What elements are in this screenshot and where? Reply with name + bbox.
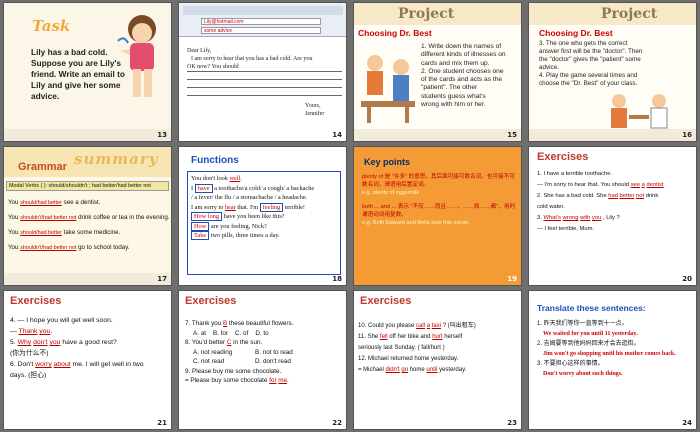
modal-box: Modal Verbs ( ): should/shouldn't ; had … <box>6 181 169 191</box>
answer-blank: don't <box>33 339 48 346</box>
task-title: Task <box>32 17 71 35</box>
answer-blank: you <box>49 339 61 346</box>
answer-blank: with <box>580 215 591 221</box>
sick-girl-illustration <box>117 15 156 97</box>
exercises-body: 1. I have a terrible toothache. — I'm so… <box>537 171 664 232</box>
to-field[interactable]: Lily@hotmail.com <box>201 18 321 25</box>
translate-body: 1. 昨天我们等你一直等到十一点。 We waited for you unti… <box>537 321 676 377</box>
answer-blank: should/had better <box>20 230 62 236</box>
slide-17[interactable]: summary Grammar Modal Verbs ( ): should/… <box>3 146 172 286</box>
slide-number: 22 <box>332 419 342 427</box>
slide-number: 18 <box>332 275 342 283</box>
exercises-title: Exercises <box>537 151 589 163</box>
answer-blank: better <box>619 193 635 199</box>
slide-number: 20 <box>682 275 692 283</box>
project-steps: 3. The one who gets the correct answer f… <box>539 40 643 87</box>
answer-box: Take <box>191 231 210 240</box>
slide-13[interactable]: Task Lily has a bad cold. Suppose you ar… <box>3 2 172 142</box>
slide-number: 23 <box>507 419 517 427</box>
doctor-patient-illustration <box>611 94 668 129</box>
answer-box: feeling <box>259 202 284 212</box>
answer-blank: fell <box>379 334 388 340</box>
answer-blank: for <box>269 377 277 384</box>
slide-number: 14 <box>332 131 342 139</box>
slide-number: 17 <box>157 275 167 283</box>
answer-blank: wrong <box>562 215 579 221</box>
answer-blank: shouldn't/had better not <box>20 245 77 251</box>
answer-blank: me <box>278 377 288 384</box>
slide-20[interactable]: Exercises 1. I have a terrible toothache… <box>528 146 697 286</box>
answer-blank: C <box>226 339 232 346</box>
functions-title: Functions <box>191 155 239 166</box>
translate-title: Translate these sentences: <box>537 303 646 313</box>
students-illustration <box>361 55 415 123</box>
slide-18[interactable]: Functions You don't look well. I have a … <box>178 146 347 286</box>
slide-number: 13 <box>157 131 167 139</box>
slide-number: 21 <box>157 419 167 427</box>
answer-blank: shouldn't/had better not <box>20 215 77 221</box>
answer-blank: go <box>401 367 409 373</box>
slide-22[interactable]: Exercises 7. Thank you B these beautiful… <box>178 290 347 430</box>
answer-blank: a <box>426 323 431 329</box>
answer-blank: until <box>426 367 438 373</box>
email-body: Dear Lily, I am sorry to hear that you h… <box>187 47 342 118</box>
answer-blank: taxi <box>431 323 442 329</box>
subject-field[interactable]: some advice <box>201 27 321 34</box>
section-subtitle: Choosing Dr. Best <box>358 28 432 38</box>
answer-blank: hear <box>224 203 236 211</box>
exercises-title: Exercises <box>185 295 237 307</box>
slide-number: 24 <box>682 419 692 427</box>
slide-23[interactable]: Exercises 10. Could you please call a ta… <box>353 290 522 430</box>
project-title: Project <box>601 6 658 22</box>
slide-24[interactable]: Translate these sentences: 1. 昨天我们等你一直等到… <box>528 290 697 430</box>
slide-19[interactable]: Key points plenty of 是 "许多" 的意思，其后面可接可数名… <box>353 146 522 286</box>
slide-number: 16 <box>682 131 692 139</box>
slide-16[interactable]: Project Choosing Dr. Best 3. The one who… <box>528 2 697 142</box>
exercises-title: Exercises <box>10 295 62 307</box>
key-points-title: Key points <box>364 157 411 167</box>
exercises-body: 7. Thank you B these beautiful flowers. … <box>185 320 294 384</box>
functions-box: You don't look well. I have a toothache/… <box>187 171 341 275</box>
answer-box: How long <box>191 212 223 221</box>
answer-blank: worry <box>35 361 52 368</box>
answer-blank: see <box>630 182 640 188</box>
answer-blank: about <box>53 361 71 368</box>
answer-blank: should/had better <box>20 200 62 206</box>
key-points-body: plenty of 是 "许多" 的意思，其后面可接可数名词，也可接不可数名词，… <box>362 174 516 226</box>
slide-21[interactable]: Exercises 4. — I hope you will get well … <box>3 290 172 430</box>
answer-blank: you <box>39 328 51 335</box>
email-toolbar: Lily@hotmail.com some advice <box>179 3 346 37</box>
answer-blank: call <box>416 323 426 329</box>
answer-blank: hurt <box>432 334 443 340</box>
slide-number: 19 <box>507 275 517 283</box>
answer-blank: What's <box>543 215 562 221</box>
answer-blank: dentist <box>646 182 664 188</box>
project-title: Project <box>398 6 455 22</box>
answer-blank: Thank <box>18 328 38 335</box>
project-steps: 1. Write down the names of different kin… <box>421 43 506 109</box>
answer-box: have <box>194 183 213 193</box>
summary-banner: summary <box>74 150 159 168</box>
slide-14[interactable]: Lily@hotmail.com some advice Dear Lily, … <box>178 2 347 142</box>
exercises-body: 4. — I hope you will get well soon. — Th… <box>10 317 144 379</box>
answer-blank: had <box>608 193 618 199</box>
answer-blank: B <box>223 320 228 327</box>
grammar-title: Grammar <box>18 161 67 173</box>
section-subtitle: Choosing Dr. Best <box>539 28 613 38</box>
answer-box: How <box>191 221 210 231</box>
exercises-body: 10. Could you please call a taxi ? (叫出租车… <box>358 323 476 373</box>
slide-15[interactable]: Project Choosing Dr. Best 1. Write down … <box>353 2 522 142</box>
grammar-rows: You should/had better see a dentist. You… <box>8 199 170 251</box>
slide-number: 15 <box>507 131 517 139</box>
exercises-title: Exercises <box>360 295 412 307</box>
answer-blank: didn't <box>385 367 400 373</box>
task-text: Lily has a bad cold. Suppose you are Lil… <box>31 47 125 101</box>
answer-blank: Why <box>17 339 32 346</box>
answer-blank: a <box>641 182 645 188</box>
answer-blank: not <box>636 193 645 199</box>
answer-blank: you <box>592 215 602 221</box>
answer-blank: well <box>229 175 241 182</box>
